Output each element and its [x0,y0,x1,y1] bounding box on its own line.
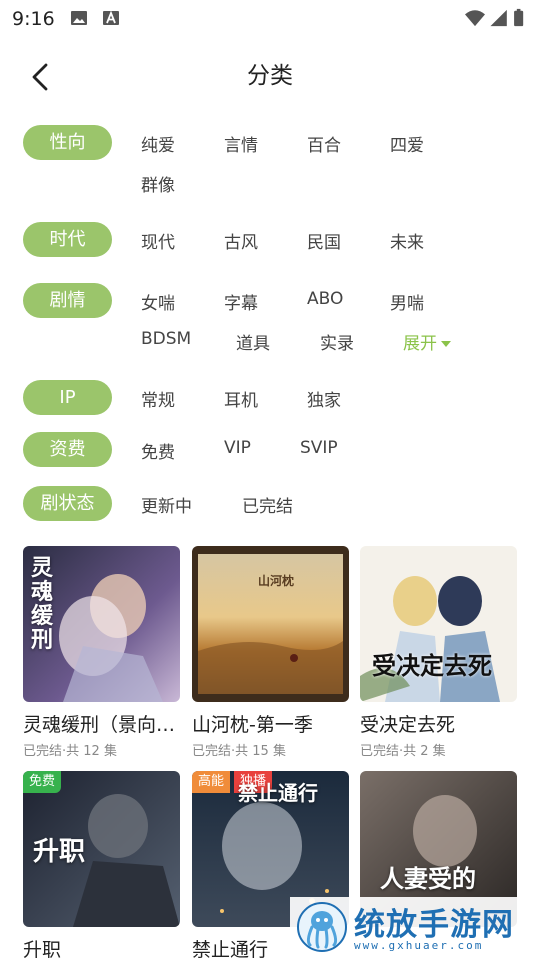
card-title: 受决定去死 [360,714,456,736]
filter-option[interactable]: 道具 [236,329,270,354]
filter-option[interactable]: 已完结 [242,492,293,517]
filter-label-status[interactable]: 剧状态 [23,486,112,521]
card-subtitle: 已完结·共 2 集 [360,744,446,759]
signal-icon [490,9,507,27]
cover-title: 山河枕 [258,574,295,588]
cover-image: 灵魂缓刑 [23,546,180,702]
high-energy-badge: 高能 [192,771,231,793]
filter-label-plot[interactable]: 剧情 [23,283,112,318]
card-title: 山河枕-第一季 [192,714,313,736]
cover-image: 山河枕 [192,546,349,702]
watermark-url: www.gxhuaer.com [354,939,484,952]
header: 分类 [0,40,540,110]
filter-option[interactable]: BDSM [141,329,191,349]
card-title: 灵魂缓刑（景向… [23,714,176,736]
image-icon [71,11,87,25]
drama-card[interactable]: 灵魂缓刑 灵魂缓刑（景向… 已完结·共 12 集 [23,546,180,759]
watermark: 统放手游网 www.gxhuaer.com [290,897,540,960]
cover-image: 免费 升职 [23,771,180,927]
cover-image: 受决定去死 [360,546,517,702]
caret-down-icon [441,341,451,347]
filter-option[interactable]: 女喘 [141,289,175,314]
system-status-icons [465,8,524,27]
filter-option[interactable]: 四爱 [390,131,424,156]
filter-option[interactable]: 更新中 [141,492,192,517]
filter-option[interactable]: 实录 [320,329,354,354]
cover-title: 禁止通行 [238,781,318,805]
filter-option[interactable]: 常规 [141,386,175,411]
battery-icon [514,10,524,27]
expand-label: 展开 [403,334,437,354]
expand-button[interactable]: 展开 [403,329,451,354]
filter-option[interactable]: 纯爱 [141,131,175,156]
filter-option[interactable]: 言情 [224,131,258,156]
filter-option[interactable]: SVIP [300,438,338,458]
filter-option[interactable]: 未来 [390,228,424,253]
card-subtitle: 已完结·共 15 集 [192,744,286,759]
status-time: 9:16 [12,8,55,30]
filter-option[interactable]: 男喘 [390,289,424,314]
card-title: 升职 [23,939,62,960]
filter-option[interactable]: 古风 [224,228,258,253]
filter-option[interactable]: 群像 [141,171,175,196]
drama-card[interactable]: 山河枕 山河枕-第一季 已完结·共 15 集 [192,546,349,759]
filter-label-orientation[interactable]: 性向 [23,125,112,160]
watermark-text: 统放手游网 [354,907,514,943]
cover-title: 升职 [33,837,86,867]
filter-option[interactable]: 现代 [141,228,175,253]
drama-card[interactable]: 免费 升职 升职 [23,771,180,960]
filter-option[interactable]: 字幕 [224,289,258,314]
filter-label-ip[interactable]: IP [23,380,112,415]
filter-option[interactable]: 耳机 [224,386,258,411]
status-bar: 9:16 [0,0,540,36]
wifi-icon [465,10,485,27]
filter-option[interactable]: VIP [224,438,251,458]
page-title: 分类 [247,63,293,89]
drama-card[interactable]: 受决定去死 受决定去死 已完结·共 2 集 [360,546,517,759]
cover-title: 受决定去死 [372,651,492,680]
card-subtitle: 已完结·共 12 集 [23,744,117,759]
cover-title: 灵魂缓刑 [31,555,54,653]
filter-option[interactable]: 免费 [141,438,175,463]
font-icon [103,10,119,25]
filter-label-fee[interactable]: 资费 [23,432,112,467]
filter-option[interactable]: ABO [307,289,343,309]
octopus-logo-icon [297,902,347,952]
filter-option[interactable]: 百合 [307,131,341,156]
cover-title: 人妻受的 [380,864,476,893]
filter-option[interactable]: 民国 [307,228,341,253]
filter-option[interactable]: 独家 [307,386,341,411]
free-badge: 免费 [23,771,62,793]
filter-label-era[interactable]: 时代 [23,222,112,257]
